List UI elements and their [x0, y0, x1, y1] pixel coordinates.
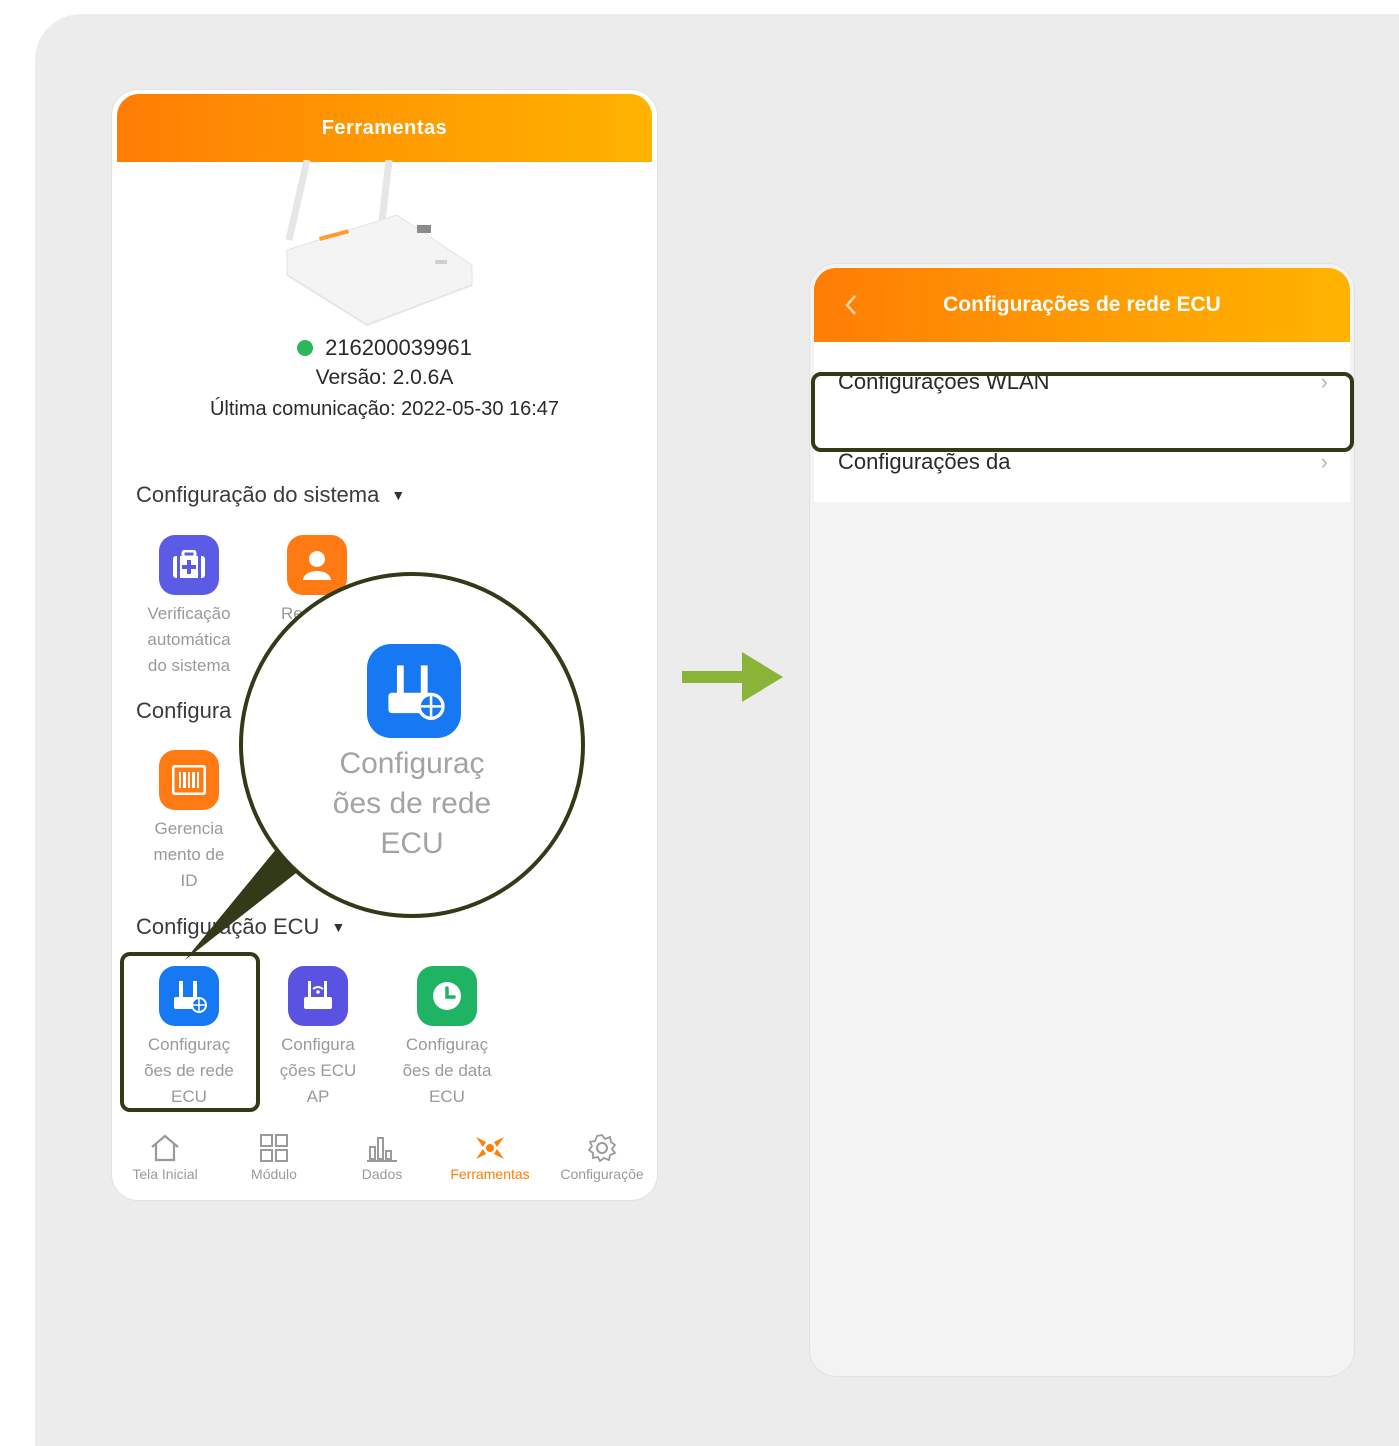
tab-data[interactable]: Dados — [332, 1130, 432, 1182]
zoom-callout: Configuraç ões de rede ECU — [239, 572, 585, 918]
tab-settings[interactable]: Configuraçõe — [547, 1130, 657, 1182]
tab-label: Dados — [361, 1166, 403, 1182]
tab-label: Módulo — [251, 1166, 297, 1182]
back-button[interactable] — [836, 290, 866, 320]
home-icon — [115, 1130, 215, 1166]
highlight-wlan-item — [811, 372, 1354, 452]
section-label: Configuração do sistema — [136, 482, 380, 507]
user-icon — [287, 535, 347, 595]
gear-icon — [547, 1130, 657, 1166]
page-title: Ferramentas — [321, 116, 448, 139]
tab-tools[interactable]: Ferramentas — [440, 1130, 540, 1182]
bar-chart-icon — [332, 1130, 432, 1166]
arrow-right-icon — [682, 652, 783, 702]
section-config[interactable]: Configura — [136, 698, 231, 724]
router-network-icon — [367, 644, 461, 738]
highlight-ecu-network-tool — [120, 952, 260, 1112]
caret-down-icon: ▼ — [331, 919, 346, 935]
device-version: Versão: 2.0.6A — [315, 366, 454, 389]
router-wifi-icon — [288, 966, 348, 1026]
tab-label: Tela Inicial — [132, 1166, 198, 1182]
section-system-config[interactable]: Configuração do sistema ▼ — [136, 482, 405, 508]
tool-auto-check[interactable]: Verificação automática do sistema — [129, 535, 249, 679]
barcode-icon — [159, 750, 219, 810]
device-serial: 216200039961 — [325, 335, 472, 360]
online-status-icon — [297, 340, 314, 356]
tab-home[interactable]: Tela Inicial — [115, 1130, 215, 1182]
last-communication: Última comunicação: 2022-05-30 16:47 — [209, 398, 560, 420]
screen-header: Configurações de rede ECU — [814, 268, 1350, 342]
section-label: Configura — [136, 698, 232, 723]
bottom-tab-bar: Tela Inicial Módulo Dados Ferramentas Co… — [112, 1130, 657, 1200]
page-title: Configurações de rede ECU — [943, 293, 1221, 316]
chevron-left-icon — [845, 295, 856, 315]
grid-icon — [224, 1130, 324, 1166]
tool-label: Configuraç ões de data ECU — [402, 1035, 492, 1106]
ecu-device-image — [285, 160, 473, 327]
tool-ecu-date-settings[interactable]: Configuraç ões de data ECU — [387, 966, 507, 1110]
tab-label: Ferramentas — [450, 1166, 530, 1182]
clock-icon — [417, 966, 477, 1026]
tool-label: Configura ções ECU AP — [279, 1035, 357, 1106]
tool-label: Verificação automática do sistema — [147, 604, 231, 675]
tab-module[interactable]: Módulo — [224, 1130, 324, 1182]
list-item-label: Configurações da — [838, 449, 1011, 474]
medical-kit-icon — [159, 535, 219, 595]
zoom-label: Configuraç ões de rede ECU — [332, 747, 492, 860]
screen-header: Ferramentas — [117, 94, 652, 162]
chevron-right-icon: › — [1320, 449, 1328, 474]
tools-icon — [440, 1130, 540, 1166]
caret-down-icon: ▼ — [391, 487, 406, 503]
tab-label: Configuraçõe — [560, 1166, 644, 1182]
tool-ecu-ap-settings[interactable]: Configura ções ECU AP — [258, 966, 378, 1110]
device-serial-row: 216200039961 — [112, 335, 657, 361]
